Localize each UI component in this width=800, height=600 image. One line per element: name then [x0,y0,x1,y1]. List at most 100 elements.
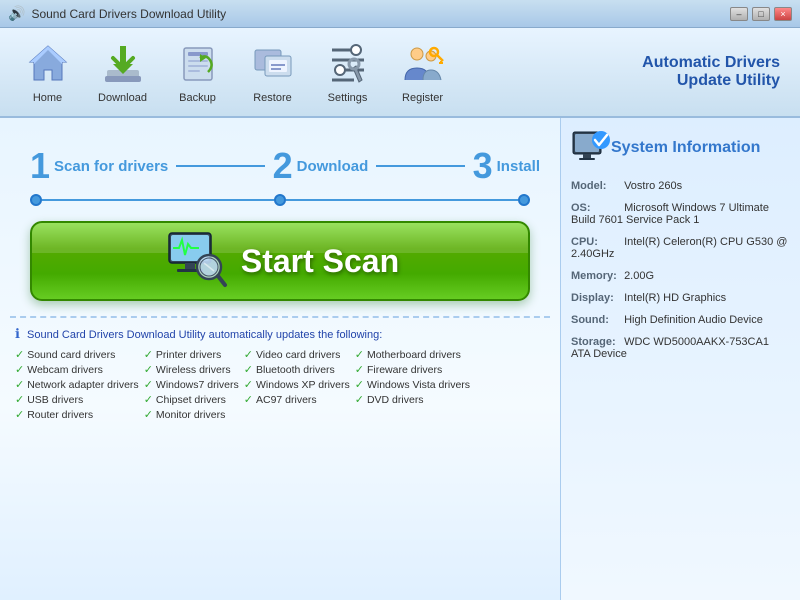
check-icon: ✓ [144,363,153,376]
list-item: ✓Windows Vista drivers [355,378,470,391]
check-icon: ✓ [144,393,153,406]
sysinfo-label: Display: [571,292,621,304]
sysinfo-value: 2.00G [624,270,654,282]
sysinfo-row: OS: Microsoft Windows 7 Ultimate Build 7… [571,202,790,226]
check-icon: ✓ [355,378,364,391]
titlebar-app-icon: 🔊 [8,5,25,22]
step-dot-3 [518,194,530,206]
list-item: ✓Chipset drivers [144,393,239,406]
info-section: ℹ Sound Card Drivers Download Utility au… [10,316,550,421]
sysinfo-row: Display: Intel(R) HD Graphics [571,292,790,304]
check-icon: ✓ [15,363,24,376]
list-item: ✓Webcam drivers [15,363,139,376]
step1-number: 1 [30,148,50,184]
step-dot-1 [30,194,42,206]
sysinfo-row: CPU: Intel(R) Celeron(R) CPU G530 @ 2.40… [571,236,790,260]
start-scan-button[interactable]: Start Scan [30,221,530,301]
scan-monitor-icon [161,229,231,294]
right-panel: System Information Model: Vostro 260sOS:… [560,118,800,600]
step-connector-1 [176,165,264,167]
toolbar-backup[interactable]: Backup [160,40,235,104]
driver-list: ✓Sound card drivers ✓Webcam drivers ✓Netwo… [10,348,550,421]
check-icon: ✓ [144,378,153,391]
driver-column: ✓Motherboard drivers ✓Fireware drivers ✓Wi… [355,348,470,421]
list-item: ✓Motherboard drivers [355,348,470,361]
check-icon: ✓ [355,348,364,361]
check-icon: ✓ [144,408,153,421]
driver-column: ✓Sound card drivers ✓Webcam drivers ✓Netwo… [15,348,139,421]
restore-label: Restore [253,92,292,104]
scan-text: Start Scan [241,243,399,280]
sysinfo-label: CPU: [571,236,621,248]
list-item: ✓Sound card drivers [15,348,139,361]
step2-number: 2 [273,148,293,184]
check-icon: ✓ [355,393,364,406]
maximize-button[interactable]: □ [752,7,770,21]
settings-label: Settings [328,92,368,104]
info-text: ℹ Sound Card Drivers Download Utility au… [10,326,550,342]
list-item: ✓Wireless drivers [144,363,239,376]
backup-label: Backup [179,92,216,104]
step2-label: Download [297,158,369,175]
step3-number: 3 [473,148,493,184]
sysinfo-rows: Model: Vostro 260sOS: Microsoft Windows … [571,180,790,360]
sysinfo-label: Memory: [571,270,621,282]
list-item: ✓AC97 drivers [244,393,350,406]
check-icon: ✓ [244,393,253,406]
sysinfo-label: OS: [571,202,621,214]
check-icon: ✓ [244,363,253,376]
driver-column: ✓Video card drivers ✓Bluetooth drivers ✓Wi… [244,348,350,421]
steps-row: 1 Scan for drivers 2 Download 3 Install [30,148,540,184]
check-icon: ✓ [15,378,24,391]
check-icon: ✓ [244,348,253,361]
download-icon [99,40,147,88]
check-icon: ✓ [15,408,24,421]
step3-label: Install [497,158,540,175]
restore-icon [249,40,297,88]
toolbar-home[interactable]: Home [10,40,85,104]
list-item: ✓Bluetooth drivers [244,363,350,376]
toolbar: Home Download Back [0,28,800,118]
download-label: Download [98,92,147,104]
sysinfo-header: System Information [571,128,790,168]
step-line-2 [286,199,518,201]
sysinfo-label: Sound: [571,314,621,326]
step1-label: Scan for drivers [54,158,168,175]
toolbar-download[interactable]: Download [85,40,160,104]
check-icon: ✓ [144,348,153,361]
list-item: ✓Windows XP drivers [244,378,350,391]
list-item: ✓DVD drivers [355,393,470,406]
info-icon: ℹ [15,326,20,341]
close-button[interactable]: × [774,7,792,21]
sysinfo-icon [571,128,611,168]
list-item: ✓Windows7 drivers [144,378,239,391]
check-icon: ✓ [244,378,253,391]
check-icon: ✓ [15,348,24,361]
app-title-line2: Update Utility [642,72,780,90]
step-line-1 [42,199,274,201]
backup-icon [174,40,222,88]
toolbar-settings[interactable]: Settings [310,40,385,104]
titlebar-title: Sound Card Drivers Download Utility [31,7,730,21]
toolbar-restore[interactable]: Restore [235,40,310,104]
minimize-button[interactable]: – [730,7,748,21]
list-item: ✓Router drivers [15,408,139,421]
list-item: ✓Printer drivers [144,348,239,361]
list-item: ✓Video card drivers [244,348,350,361]
list-item: ✓Monitor drivers [144,408,239,421]
list-item: ✓Fireware drivers [355,363,470,376]
home-label: Home [33,92,62,104]
driver-column: ✓Printer drivers ✓Wireless drivers ✓Window… [144,348,239,421]
sysinfo-value: Vostro 260s [624,180,682,192]
sysinfo-row: Storage: WDC WD5000AAKX-753CA1 ATA Devic… [571,336,790,360]
step-connector-2 [376,165,464,167]
list-item: ✓Network adapter drivers [15,378,139,391]
left-panel: 1 Scan for drivers 2 Download 3 Install [0,118,560,600]
register-icon [399,40,447,88]
app-title: Automatic Drivers Update Utility [642,54,790,90]
toolbar-register[interactable]: Register [385,40,460,104]
titlebar-controls: – □ × [730,7,792,21]
sysinfo-value: Intel(R) HD Graphics [624,292,726,304]
sysinfo-title: System Information [611,139,760,157]
settings-icon [324,40,372,88]
